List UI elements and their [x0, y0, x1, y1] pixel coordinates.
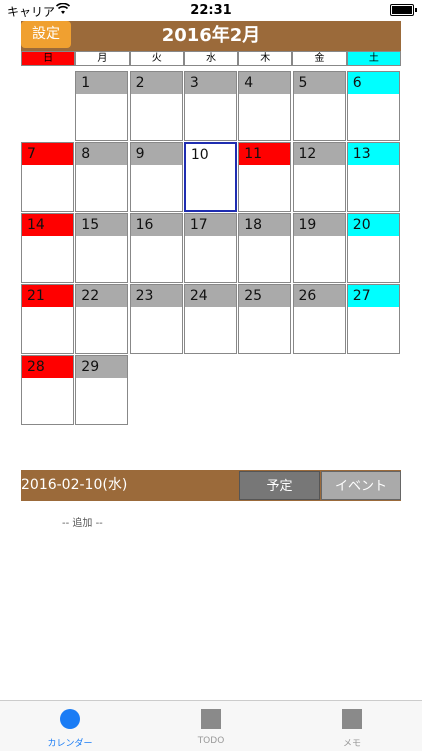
- day-number: 28: [22, 356, 73, 378]
- day-number: 9: [130, 143, 182, 165]
- day-number: 19: [293, 214, 345, 236]
- day-number: 27: [347, 285, 399, 307]
- weekday-sat: 土: [346, 51, 401, 66]
- todo-square-icon: [201, 709, 221, 729]
- weekday-tue: 火: [129, 51, 184, 66]
- day-cell[interactable]: 18: [238, 213, 292, 283]
- weekday-mon: 月: [75, 51, 130, 66]
- battery-icon: [390, 4, 417, 16]
- day-cell[interactable]: 6: [346, 71, 400, 141]
- day-cell[interactable]: 17: [183, 213, 237, 283]
- day-cell[interactable]: 3: [183, 71, 237, 141]
- status-bar: キャリア 22:31: [0, 0, 422, 20]
- day-cell[interactable]: 16: [129, 213, 183, 283]
- tab-todo[interactable]: TODO: [141, 701, 281, 751]
- day-cell[interactable]: 14: [21, 213, 74, 283]
- day-number: 7: [22, 143, 73, 165]
- day-number: 2: [130, 72, 182, 94]
- settings-button[interactable]: 設定: [21, 21, 71, 48]
- day-cell[interactable]: 23: [129, 284, 183, 354]
- day-cell[interactable]: 1: [75, 71, 129, 141]
- calendar-circle-icon: [60, 709, 80, 729]
- day-cell[interactable]: 26: [292, 284, 346, 354]
- day-number: 8: [76, 143, 128, 165]
- day-number: 10: [185, 144, 235, 166]
- day-number: 26: [293, 285, 345, 307]
- tab-memo[interactable]: メモ: [282, 701, 422, 751]
- day-cell[interactable]: 19: [292, 213, 346, 283]
- day-cell[interactable]: 4: [238, 71, 292, 141]
- day-number: 24: [184, 285, 236, 307]
- day-number: 17: [184, 214, 236, 236]
- day-number: 4: [239, 72, 291, 94]
- day-number: 22: [76, 285, 128, 307]
- day-number: 14: [22, 214, 73, 236]
- day-number: 13: [347, 143, 399, 165]
- day-cell[interactable]: 5: [292, 71, 346, 141]
- day-cell[interactable]: 29: [75, 355, 129, 425]
- day-cell[interactable]: 24: [183, 284, 237, 354]
- day-number: 23: [130, 285, 182, 307]
- day-cell[interactable]: 2: [129, 71, 183, 141]
- yotei-button[interactable]: 予定: [239, 471, 320, 500]
- memo-square-icon: [342, 709, 362, 729]
- day-number: 29: [76, 356, 128, 378]
- tab-memo-label: メモ: [342, 739, 361, 749]
- day-cell[interactable]: 25: [238, 284, 292, 354]
- day-number: 1: [76, 72, 128, 94]
- weekday-thu: 木: [238, 51, 293, 66]
- day-cell[interactable]: 9: [129, 142, 183, 212]
- day-cell[interactable]: 20: [346, 213, 400, 283]
- day-number: 20: [347, 214, 399, 236]
- weekday-wed: 水: [183, 51, 239, 66]
- day-number: 15: [76, 214, 128, 236]
- day-cell[interactable]: 28: [21, 355, 74, 425]
- tab-calendar[interactable]: カレンダー: [0, 701, 140, 751]
- day-number: 11: [239, 143, 291, 165]
- day-cell[interactable]: 15: [75, 213, 129, 283]
- day-cell[interactable]: 7: [21, 142, 74, 212]
- day-number: 18: [239, 214, 291, 236]
- weekday-row: 日 月 火 水 木 金 土: [21, 51, 401, 66]
- day-number: 25: [239, 285, 291, 307]
- day-number: 5: [293, 72, 345, 94]
- tab-calendar-label: カレンダー: [47, 739, 93, 749]
- day-cell[interactable]: 8: [75, 142, 129, 212]
- day-number: 6: [347, 72, 399, 94]
- day-number: 16: [130, 214, 182, 236]
- day-number: 21: [22, 285, 73, 307]
- tab-bar: カレンダー TODO メモ: [0, 700, 422, 751]
- day-cell[interactable]: 12: [292, 142, 346, 212]
- day-cell[interactable]: 22: [75, 284, 129, 354]
- tab-todo-label: TODO: [197, 736, 225, 746]
- add-item-link[interactable]: -- 追加 --: [62, 514, 103, 529]
- day-cell[interactable]: 27: [346, 284, 400, 354]
- detail-bar: 2016-02-10(水) 予定 イベント: [21, 470, 401, 501]
- day-number: 12: [293, 143, 345, 165]
- day-cell[interactable]: 10: [183, 142, 237, 212]
- selected-date-label: 2016-02-10(水): [21, 477, 128, 493]
- weekday-fri: 金: [292, 51, 347, 66]
- day-number: 3: [184, 72, 236, 94]
- day-cell[interactable]: 11: [238, 142, 292, 212]
- weekday-sun: 日: [21, 51, 76, 66]
- day-cell[interactable]: 21: [21, 284, 74, 354]
- clock: 22:31: [190, 3, 232, 18]
- event-button[interactable]: イベント: [321, 471, 401, 500]
- day-cell[interactable]: 13: [346, 142, 400, 212]
